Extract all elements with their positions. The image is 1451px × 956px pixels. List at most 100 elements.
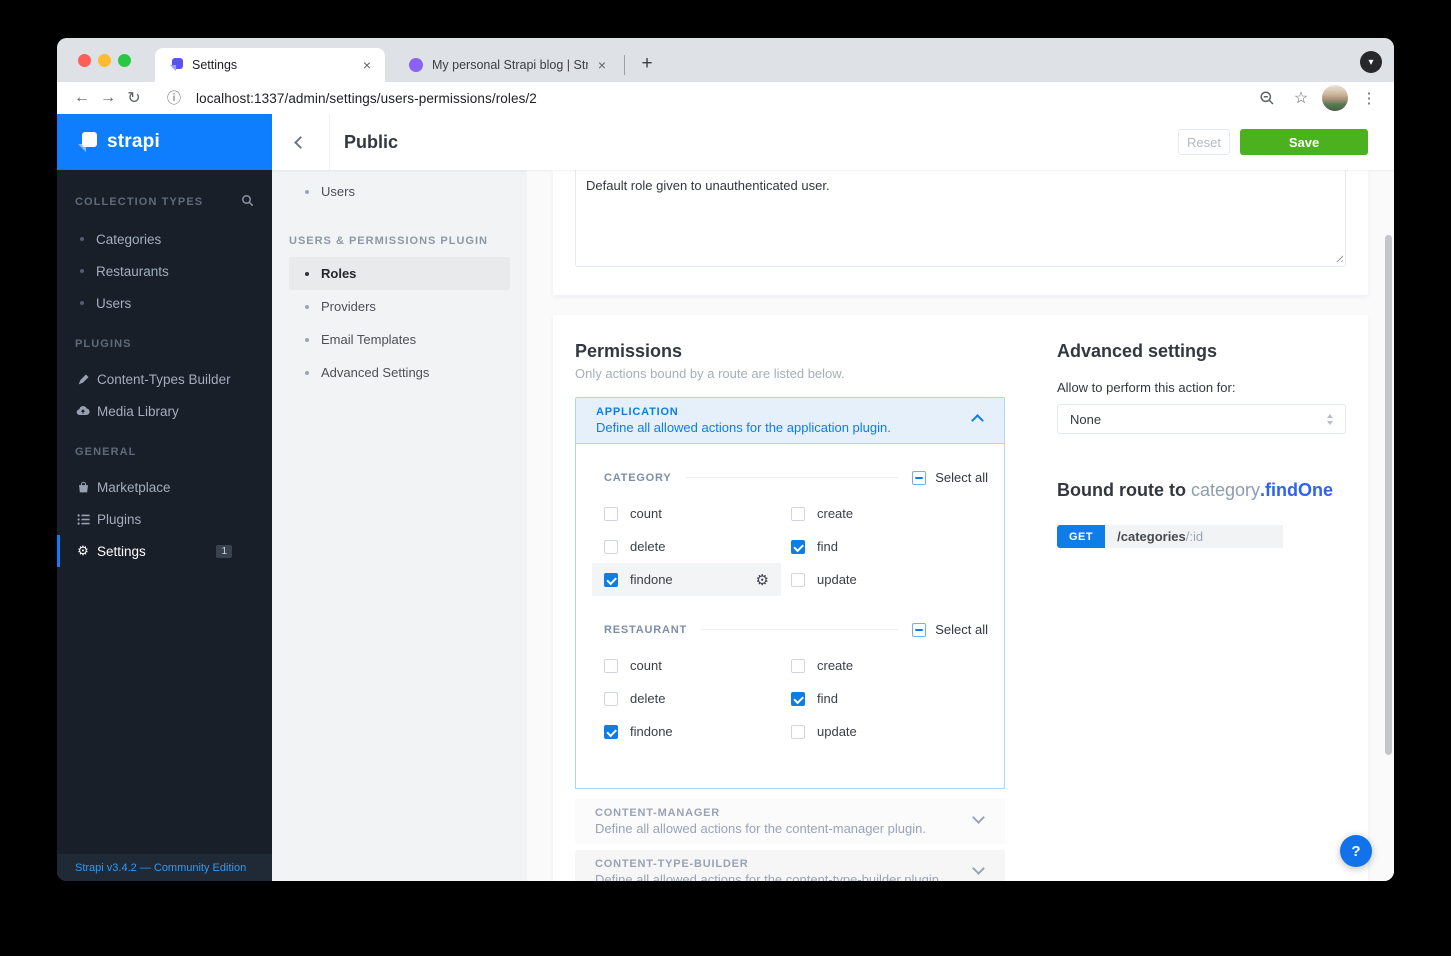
permission-delete[interactable]: delete: [604, 530, 791, 563]
back-button[interactable]: [272, 114, 330, 170]
checkbox[interactable]: [604, 691, 618, 706]
browser-menu-icon[interactable]: ⋮: [1356, 85, 1382, 111]
sidebar-item-restaurants[interactable]: Restaurants: [57, 255, 272, 287]
tab-title: Settings: [192, 58, 238, 72]
checkbox[interactable]: [791, 658, 805, 673]
checkbox[interactable]: [604, 724, 618, 739]
bullet-icon: [305, 337, 309, 342]
permission-count[interactable]: count: [604, 649, 791, 682]
checkbox[interactable]: [604, 506, 618, 521]
select-all-control[interactable]: Select all: [912, 470, 988, 485]
sidebar-item-settings[interactable]: ⚙ Settings 1: [57, 535, 272, 567]
sidebar-item-marketplace[interactable]: Marketplace: [57, 471, 272, 503]
sidebar-item-content-types-builder[interactable]: Content-Types Builder: [57, 363, 272, 395]
close-icon[interactable]: ×: [359, 57, 375, 73]
permission-findone[interactable]: findone ⚙: [592, 563, 781, 596]
sidebar-item-plugins[interactable]: Plugins: [57, 503, 272, 535]
checkbox[interactable]: [604, 658, 618, 673]
select-all-checkbox[interactable]: [912, 470, 927, 485]
permission-find[interactable]: find: [791, 682, 988, 715]
chevron-down-icon: ▾: [1368, 56, 1374, 68]
accordion-application-header[interactable]: APPLICATION Define all allowed actions f…: [575, 397, 1005, 443]
browser-window: Settings × My personal Strapi blog | Str…: [57, 38, 1394, 881]
accordion-content-manager-header[interactable]: CONTENT-MANAGER Define all allowed actio…: [575, 799, 1005, 844]
section-title-general: GENERAL: [75, 446, 137, 458]
sidebar-item-categories[interactable]: Categories: [57, 223, 272, 255]
bound-route-bar: GET /categories/:id: [1057, 525, 1283, 548]
checkbox[interactable]: [791, 572, 805, 587]
tab-strip: Settings × My personal Strapi blog | Str…: [57, 38, 1394, 82]
save-button[interactable]: Save: [1240, 129, 1368, 155]
checkbox[interactable]: [791, 691, 805, 706]
subnav-item-email-templates[interactable]: Email Templates: [289, 323, 510, 356]
tab-settings[interactable]: Settings ×: [155, 48, 385, 82]
strapi-logo[interactable]: strapi: [57, 114, 272, 170]
permission-count[interactable]: count: [604, 497, 791, 530]
reload-icon[interactable]: ↻: [121, 85, 147, 111]
permission-update[interactable]: update: [791, 563, 988, 596]
permission-delete[interactable]: delete: [604, 682, 791, 715]
tab-search-button[interactable]: ▾: [1360, 51, 1382, 73]
role-description-input[interactable]: Default role given to unauthenticated us…: [575, 170, 1346, 267]
checkbox[interactable]: [604, 572, 618, 587]
close-window-button[interactable]: [78, 54, 91, 67]
subnav-item-users[interactable]: Users: [289, 175, 510, 208]
page-header: Public Reset Save: [272, 114, 1394, 170]
tab-title: My personal Strapi blog | Strap: [432, 58, 588, 72]
section-title-plugins: PLUGINS: [75, 338, 132, 350]
chevron-down-icon: [972, 810, 985, 831]
group-title: CATEGORY: [604, 471, 672, 484]
sidebar-item-media-library[interactable]: Media Library: [57, 395, 272, 427]
avatar[interactable]: [1322, 85, 1348, 111]
bullet-icon: [305, 271, 309, 276]
subnav-item-providers[interactable]: Providers: [289, 290, 510, 323]
bullet-icon: [80, 269, 84, 273]
gear-icon[interactable]: ⚙: [756, 571, 769, 589]
sidebar-item-users[interactable]: Users: [57, 287, 272, 319]
route-path: /categories/:id: [1105, 525, 1283, 548]
checkbox[interactable]: [791, 724, 805, 739]
maximize-window-button[interactable]: [118, 54, 131, 67]
permissions-card: Permissions Only actions bound by a rout…: [553, 315, 1368, 881]
bullet-icon: [80, 301, 84, 305]
settings-subnav: Users USERS & PERMISSIONS PLUGIN Roles P…: [272, 170, 527, 881]
tab-separator: [624, 55, 625, 75]
close-icon[interactable]: ×: [594, 57, 610, 73]
minimize-window-button[interactable]: [98, 54, 111, 67]
bookmark-star-icon[interactable]: ☆: [1288, 85, 1314, 111]
bullet-icon: [305, 370, 309, 375]
select-all-checkbox[interactable]: [912, 622, 927, 637]
tab-blog[interactable]: My personal Strapi blog | Strap ×: [395, 48, 620, 82]
site-info-icon[interactable]: ⓘ: [161, 85, 187, 111]
select-all-control[interactable]: Select all: [912, 622, 988, 637]
permission-group-restaurant: RESTAURANT Select all count create delet…: [604, 622, 988, 748]
http-method-badge: GET: [1057, 525, 1106, 548]
search-icon[interactable]: [241, 194, 254, 210]
zoom-out-icon[interactable]: [1254, 85, 1280, 111]
forward-icon[interactable]: →: [95, 85, 121, 111]
checkbox[interactable]: [791, 506, 805, 521]
page-title: Public: [344, 131, 399, 152]
permission-create[interactable]: create: [791, 497, 988, 530]
permission-update[interactable]: update: [791, 715, 988, 748]
new-tab-button[interactable]: +: [633, 50, 661, 78]
permissions-title: Permissions: [575, 341, 683, 361]
back-icon[interactable]: ←: [69, 85, 95, 111]
permission-find[interactable]: find: [791, 530, 988, 563]
subnav-item-roles[interactable]: Roles: [289, 257, 510, 290]
chevron-up-icon: [971, 412, 984, 430]
brush-icon: [75, 373, 91, 386]
help-button[interactable]: ?: [1340, 835, 1372, 867]
subnav-item-advanced-settings[interactable]: Advanced Settings: [289, 356, 510, 389]
permission-create[interactable]: create: [791, 649, 988, 682]
divider: [685, 477, 899, 478]
policy-select[interactable]: None: [1057, 404, 1346, 434]
checkbox[interactable]: [791, 539, 805, 554]
scrollbar-thumb[interactable]: [1385, 235, 1392, 755]
accordion-content-type-builder-header[interactable]: CONTENT-TYPE-BUILDER Define all allowed …: [575, 850, 1005, 881]
chevron-down-icon: [972, 861, 985, 882]
reset-button[interactable]: Reset: [1178, 129, 1230, 155]
checkbox[interactable]: [604, 539, 618, 554]
permission-findone[interactable]: findone: [604, 715, 791, 748]
address-input[interactable]: localhost:1337/admin/settings/users-perm…: [196, 91, 537, 106]
